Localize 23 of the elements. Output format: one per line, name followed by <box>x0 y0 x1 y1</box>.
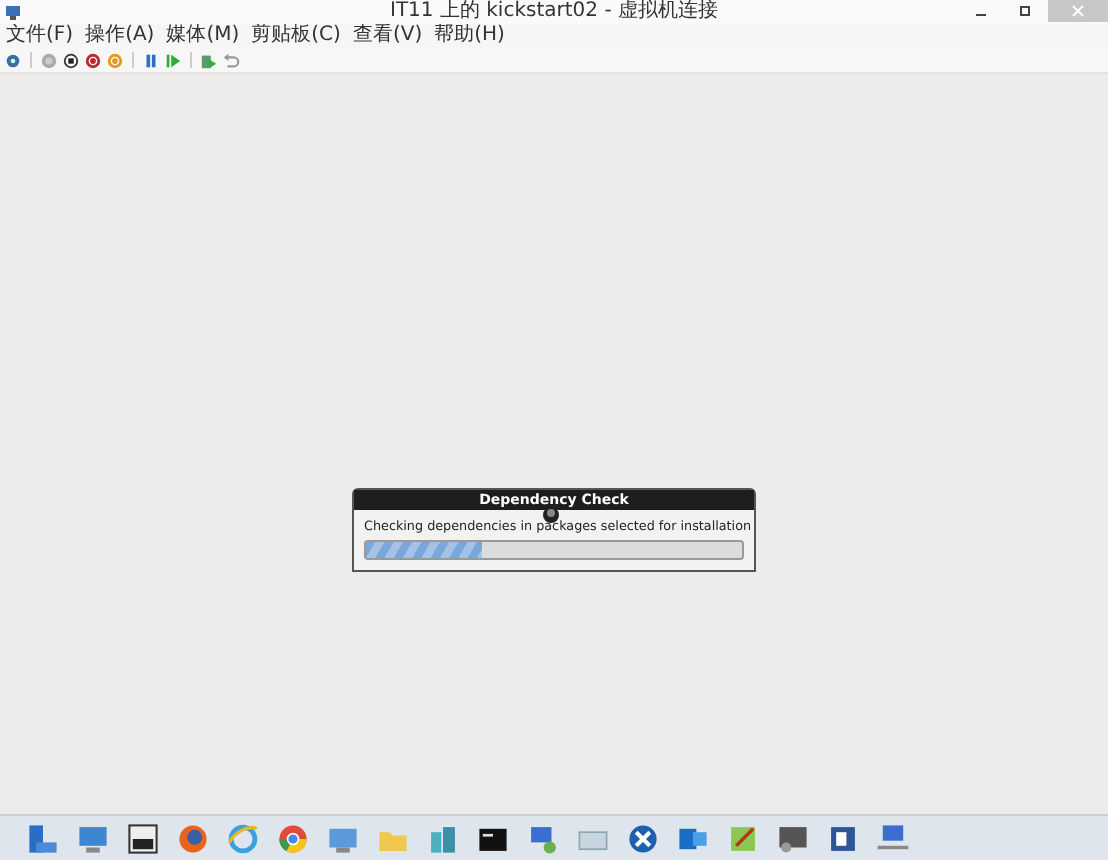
vnc-icon[interactable] <box>126 821 160 855</box>
server-icon[interactable] <box>26 821 60 855</box>
globe-e-icon[interactable] <box>226 821 260 855</box>
stop-icon[interactable] <box>62 51 80 69</box>
menu-item[interactable]: 剪贴板(C) <box>251 24 341 48</box>
notepad-chart-icon[interactable] <box>726 821 760 855</box>
shutdown-icon[interactable] <box>84 51 102 69</box>
x-circle-icon[interactable] <box>626 821 660 855</box>
menu-item[interactable]: 操作(A) <box>85 24 155 48</box>
menu-item[interactable]: 媒体(M) <box>166 24 240 48</box>
menu-item[interactable]: 帮助(H) <box>434 24 505 48</box>
menu-item[interactable]: 查看(V) <box>352 24 423 48</box>
cursor-icon <box>542 506 560 524</box>
monitor-icon <box>4 3 22 21</box>
chrome-icon[interactable] <box>276 821 310 855</box>
pause-icon[interactable] <box>142 51 160 69</box>
settings-icon[interactable] <box>4 51 22 69</box>
play-icon[interactable] <box>164 51 182 69</box>
undo-icon[interactable] <box>222 51 240 69</box>
fox-globe-icon[interactable] <box>176 821 210 855</box>
network-computer-icon[interactable] <box>526 821 560 855</box>
computer-icon[interactable] <box>76 821 110 855</box>
menu-item[interactable]: 文件(F) <box>6 24 74 48</box>
